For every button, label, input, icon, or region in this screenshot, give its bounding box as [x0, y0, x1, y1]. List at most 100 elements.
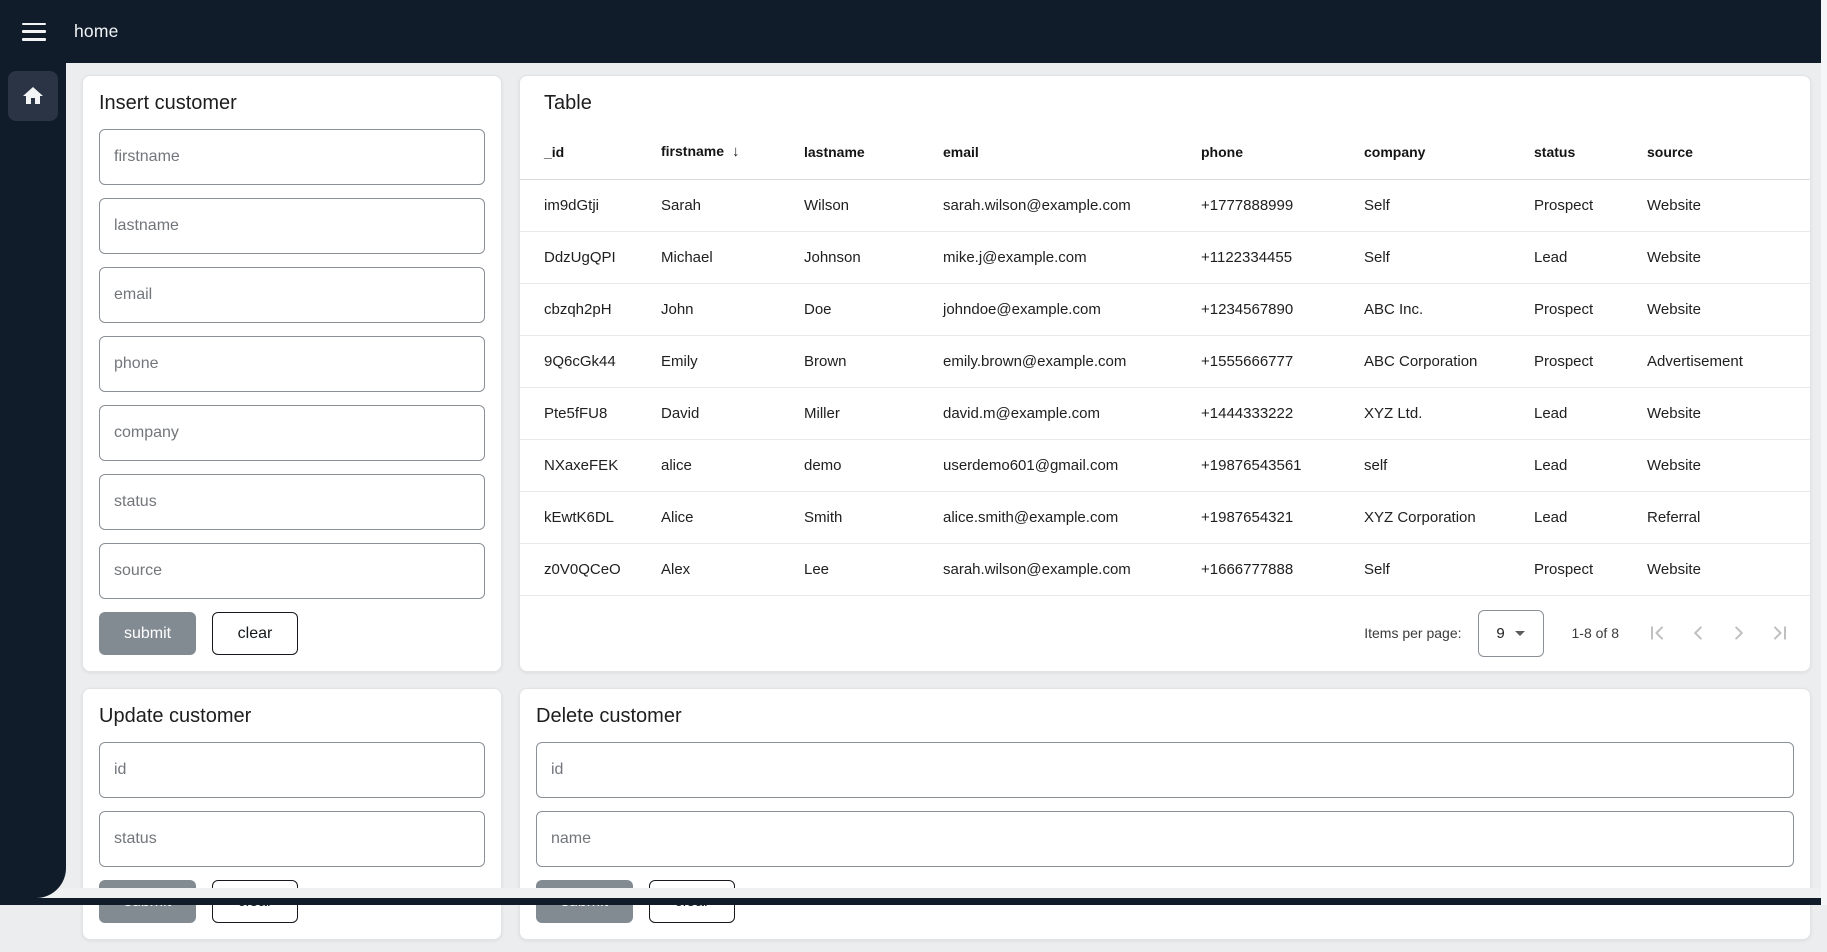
lastname-input[interactable] [99, 198, 485, 254]
table-cell: Wilson [796, 179, 935, 231]
table-cell: Lead [1526, 387, 1639, 439]
table-cell: Sarah [653, 179, 796, 231]
sidebar-item-home[interactable] [8, 71, 58, 121]
table-row: DdzUgQPIMichaelJohnsonmike.j@example.com… [520, 231, 1810, 283]
page-size-select[interactable]: 9 [1478, 610, 1544, 657]
table-cell: DdzUgQPI [520, 231, 653, 283]
table-cell: Lead [1526, 439, 1639, 491]
menu-hamburger-icon[interactable] [22, 23, 46, 41]
table-cell: Emily [653, 335, 796, 387]
sidebar [0, 63, 66, 898]
table-cell: Self [1356, 179, 1526, 231]
table-cell: Advertisement [1639, 335, 1810, 387]
insert-clear-button[interactable]: clear [212, 612, 298, 655]
table-cell: Self [1356, 231, 1526, 283]
table-cell: Prospect [1526, 283, 1639, 335]
phone-input[interactable] [99, 336, 485, 392]
first-page-button[interactable] [1645, 621, 1669, 645]
table-cell: +1122334455 [1193, 231, 1356, 283]
column-header-status[interactable]: status [1526, 125, 1639, 179]
delete-customer-title: Delete customer [536, 705, 1794, 728]
window-bottom-edge [0, 898, 1827, 905]
table-card: Table _id firstname↓ lastname email phon… [519, 75, 1811, 672]
table-cell: Doe [796, 283, 935, 335]
table-header-row: _id firstname↓ lastname email phone comp… [520, 125, 1810, 179]
insert-customer-title: Insert customer [99, 92, 485, 115]
table-row: im9dGtjiSarahWilsonsarah.wilson@example.… [520, 179, 1810, 231]
table-cell: Website [1639, 387, 1810, 439]
company-input[interactable] [99, 405, 485, 461]
next-page-button[interactable] [1727, 621, 1751, 645]
table-cell: XYZ Ltd. [1356, 387, 1526, 439]
table-cell: johndoe@example.com [935, 283, 1193, 335]
table-title: Table [544, 92, 1786, 115]
horizontal-scrollbar[interactable] [0, 888, 1827, 898]
insert-buttons: submit clear [99, 612, 485, 655]
items-per-page-label: Items per page: [1364, 625, 1461, 641]
table-cell: Website [1639, 543, 1810, 595]
table-cell: Miller [796, 387, 935, 439]
update-status-input[interactable] [99, 811, 485, 867]
page-title: home [74, 21, 119, 42]
table-cell: mike.j@example.com [935, 231, 1193, 283]
customers-table: _id firstname↓ lastname email phone comp… [520, 125, 1810, 596]
table-cell: Alice [653, 491, 796, 543]
status-input[interactable] [99, 474, 485, 530]
table-cell: +1777888999 [1193, 179, 1356, 231]
table-cell: Referral [1639, 491, 1810, 543]
table-cell: NXaxeFEK [520, 439, 653, 491]
previous-page-button[interactable] [1686, 621, 1710, 645]
paginator-nav [1645, 621, 1792, 645]
table-cell: Website [1639, 439, 1810, 491]
page-size-value: 9 [1496, 625, 1504, 642]
column-header-lastname[interactable]: lastname [796, 125, 935, 179]
table-cell: emily.brown@example.com [935, 335, 1193, 387]
table-cell: Lead [1526, 491, 1639, 543]
table-cell: Self [1356, 543, 1526, 595]
column-header-source[interactable]: source [1639, 125, 1810, 179]
table-cell: Prospect [1526, 335, 1639, 387]
firstname-input[interactable] [99, 129, 485, 185]
column-header-email[interactable]: email [935, 125, 1193, 179]
top-row: Insert customer submit clear Table [82, 75, 1811, 672]
chevron-right-icon [1727, 621, 1751, 645]
email-input[interactable] [99, 267, 485, 323]
update-customer-title: Update customer [99, 705, 485, 728]
table-row: cbzqh2pHJohnDoejohndoe@example.com+12345… [520, 283, 1810, 335]
main-content: Insert customer submit clear Table [66, 63, 1827, 952]
home-icon [21, 84, 45, 108]
vertical-scrollbar[interactable] [1821, 0, 1827, 905]
table-cell: david.m@example.com [935, 387, 1193, 439]
update-id-input[interactable] [99, 742, 485, 798]
table-cell: Brown [796, 335, 935, 387]
table-paginator: Items per page: 9 1-8 of 8 [520, 596, 1810, 672]
table-cell: +1666777888 [1193, 543, 1356, 595]
table-cell: Website [1639, 231, 1810, 283]
delete-name-input[interactable] [536, 811, 1794, 867]
table-row: z0V0QCeOAlexLeesarah.wilson@example.com+… [520, 543, 1810, 595]
column-header-id[interactable]: _id [520, 125, 653, 179]
table-cell: Pte5fFU8 [520, 387, 653, 439]
delete-id-input[interactable] [536, 742, 1794, 798]
table-cell: +1234567890 [1193, 283, 1356, 335]
table-row: Pte5fFU8DavidMillerdavid.m@example.com+1… [520, 387, 1810, 439]
insert-submit-button[interactable]: submit [99, 612, 196, 655]
column-header-company[interactable]: company [1356, 125, 1526, 179]
table-cell: userdemo601@gmail.com [935, 439, 1193, 491]
table-cell: Michael [653, 231, 796, 283]
first-page-icon [1645, 621, 1669, 645]
column-header-firstname[interactable]: firstname↓ [653, 125, 796, 179]
last-page-button[interactable] [1768, 621, 1792, 645]
last-page-icon [1768, 621, 1792, 645]
source-input[interactable] [99, 543, 485, 599]
table-cell: Smith [796, 491, 935, 543]
table-cell: Prospect [1526, 543, 1639, 595]
table-cell: sarah.wilson@example.com [935, 179, 1193, 231]
table-cell: Johnson [796, 231, 935, 283]
table-cell: Lead [1526, 231, 1639, 283]
table-cell: Alex [653, 543, 796, 595]
table-cell: ABC Corporation [1356, 335, 1526, 387]
table-cell: +1987654321 [1193, 491, 1356, 543]
column-header-phone[interactable]: phone [1193, 125, 1356, 179]
table-cell: z0V0QCeO [520, 543, 653, 595]
